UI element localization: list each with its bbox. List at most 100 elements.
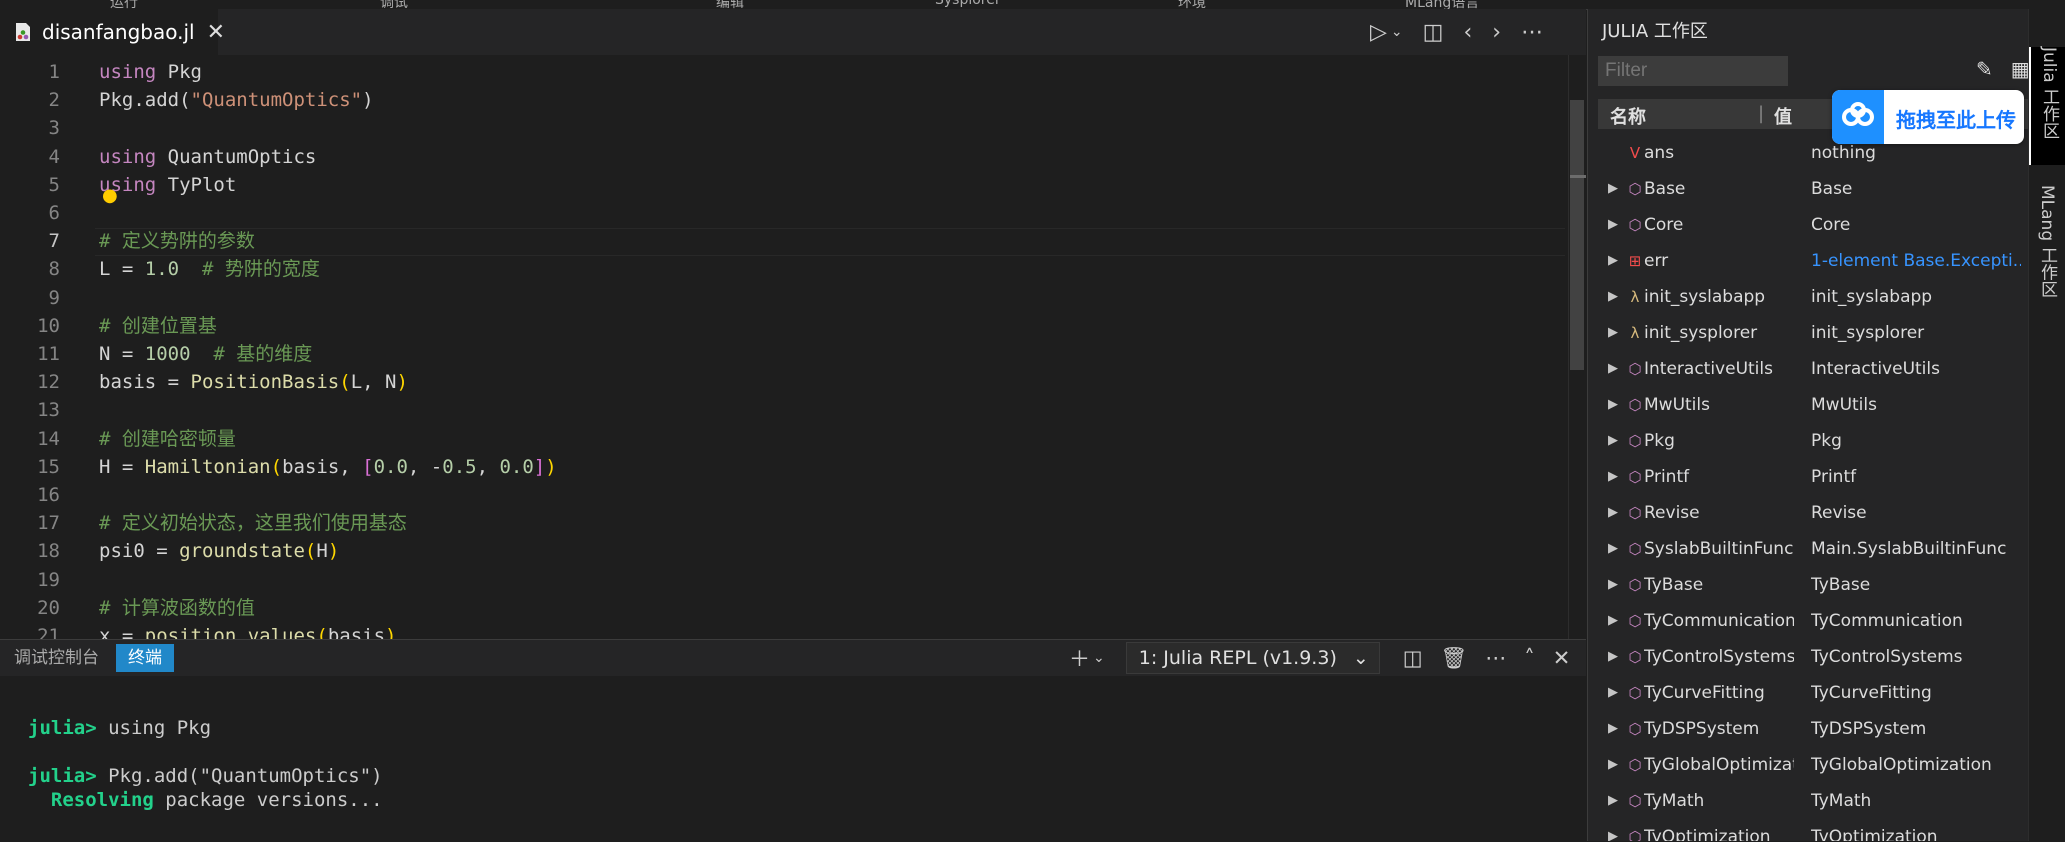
close-panel-icon[interactable]: ✕ <box>1553 646 1571 670</box>
workspace-row[interactable]: ▶ ⬡ TyCurveFitting TyCurveFitting <box>1598 675 2028 711</box>
chevron-right-icon[interactable]: ▶ <box>1608 423 1618 459</box>
tab-debug-console[interactable]: 调试控制台 <box>2 644 111 672</box>
code-line[interactable]: 19 <box>0 566 1570 594</box>
editor-tab[interactable]: disanfangbao.jl ✕ <box>0 9 225 55</box>
chevron-right-icon[interactable]: ▶ <box>1608 819 1618 841</box>
clear-icon[interactable]: ✎ <box>1976 57 1993 81</box>
chevron-right-icon[interactable]: ▶ <box>1608 675 1618 711</box>
column-header-value[interactable]: 值 <box>1774 103 1792 129</box>
chevron-right-icon[interactable]: ▶ <box>1608 279 1618 315</box>
code-text: x = position_values(basis) <box>99 622 396 639</box>
lightbulb-icon[interactable]: ● <box>102 185 118 206</box>
workspace-row[interactable]: ▶ ⬡ TyOptimization TyOptimization <box>1598 819 2028 841</box>
code-line[interactable]: 16 <box>0 481 1570 509</box>
activity-julia-workspace[interactable]: Julia 工作区 <box>2029 47 2065 165</box>
code-line[interactable]: 12 basis = PositionBasis(L, N) <box>0 368 1570 396</box>
code-line[interactable]: 18 psi0 = groundstate(H) <box>0 537 1570 565</box>
split-editor-icon[interactable]: ◫ <box>1423 20 1444 45</box>
top-menu-item[interactable]: Sysplorer <box>935 0 1001 8</box>
code-line[interactable]: 10 # 创建位置基 <box>0 312 1570 340</box>
code-line[interactable]: 3 <box>0 114 1570 142</box>
chevron-right-icon[interactable]: ▶ <box>1608 603 1618 639</box>
code-line[interactable]: 5 using TyPlot <box>0 171 1570 199</box>
split-terminal-icon[interactable]: ◫ <box>1403 646 1423 670</box>
workspace-row[interactable]: ▶ λ init_syslabapp init_syslabapp <box>1598 279 2028 315</box>
workspace-var-value: Printf <box>1811 467 1857 487</box>
workspace-var-name: Pkg <box>1644 431 1675 451</box>
workspace-row[interactable]: ▶ ⬡ Pkg Pkg <box>1598 423 2028 459</box>
code-line[interactable]: 4 using QuantumOptics <box>0 143 1570 171</box>
code-token: 1000 <box>144 343 191 365</box>
activity-mlang-workspace[interactable]: MLang 工作区 <box>2029 185 2065 345</box>
code-line[interactable]: 8 L = 1.0 # 势阱的宽度 <box>0 255 1570 283</box>
code-editor[interactable]: 1 using Pkg 2 Pkg.add("QuantumOptics") 3 4 usi… <box>0 55 1586 639</box>
chevron-down-icon[interactable]: ⌄ <box>1093 650 1105 666</box>
terminal-select[interactable]: 1: Julia REPL (v1.9.3) ⌄ <box>1125 642 1380 674</box>
code-line[interactable]: 14 # 创建哈密顿量 <box>0 425 1570 453</box>
run-icon[interactable]: ▷ <box>1370 20 1387 45</box>
chevron-down-icon[interactable]: ⌄ <box>1391 24 1403 40</box>
chevron-right-icon[interactable]: ▶ <box>1608 171 1618 207</box>
workspace-row[interactable]: ▶ ⬡ TyCommunication TyCommunication <box>1598 603 2028 639</box>
workspace-row[interactable]: ▶ λ init_sysplorer init_sysplorer <box>1598 315 2028 351</box>
chevron-right-icon[interactable]: ▶ <box>1608 531 1618 567</box>
trash-icon[interactable]: 🗑 <box>1441 646 1468 671</box>
workspace-row[interactable]: ▶ ⬡ Revise Revise <box>1598 495 2028 531</box>
workspace-row[interactable]: ▶ ⬡ TyBase TyBase <box>1598 567 2028 603</box>
line-number: 11 <box>37 343 60 365</box>
chevron-right-icon[interactable]: ▶ <box>1608 351 1618 387</box>
chevron-right-icon[interactable]: ▶ <box>1608 567 1618 603</box>
workspace-row[interactable]: ▶ ⬡ MwUtils MwUtils <box>1598 387 2028 423</box>
close-icon[interactable]: ✕ <box>207 20 225 45</box>
chevron-right-icon[interactable]: ▶ <box>1608 495 1618 531</box>
more-icon[interactable]: ⋯ <box>1485 646 1506 670</box>
workspace-filter-input[interactable] <box>1598 56 1788 86</box>
code-line[interactable]: 13 <box>0 396 1570 424</box>
workspace-row[interactable]: ▶ ⬡ TyMath TyMath <box>1598 783 2028 819</box>
arrow-left-icon[interactable]: ‹ <box>1463 20 1472 45</box>
code-text: using QuantumOptics <box>99 143 316 171</box>
chevron-right-icon[interactable]: ▶ <box>1608 639 1618 675</box>
workspace-row[interactable]: ▶ ⬡ Base Base <box>1598 171 2028 207</box>
grid-icon[interactable]: ▦ <box>2011 57 2028 81</box>
more-icon[interactable]: ⋯ <box>1521 20 1543 45</box>
code-line[interactable]: 11 N = 1000 # 基的维度 <box>0 340 1570 368</box>
code-line[interactable]: 17 # 定义初始状态，这里我们使用基态 <box>0 509 1570 537</box>
arrow-right-icon[interactable]: › <box>1492 20 1501 45</box>
workspace-row[interactable]: ▶ ⬡ InteractiveUtils InteractiveUtils <box>1598 351 2028 387</box>
workspace-row[interactable]: ▶ ⬡ Printf Printf <box>1598 459 2028 495</box>
code-line[interactable]: 9 <box>0 284 1570 312</box>
chevron-right-icon[interactable]: ▶ <box>1608 387 1618 423</box>
upload-drop-widget[interactable]: 拖拽至此上传 <box>1832 90 2024 144</box>
code-line[interactable]: 7 # 定义势阱的参数 <box>0 227 1570 255</box>
line-number: 12 <box>37 371 60 394</box>
code-line[interactable]: 1 using Pkg <box>0 58 1570 86</box>
terminal-output[interactable]: julia> using Pkg julia> Pkg.add("QuantumO… <box>28 692 383 812</box>
chevron-right-icon[interactable]: ▶ <box>1608 459 1618 495</box>
chevron-right-icon[interactable]: ▶ <box>1608 747 1618 783</box>
chevron-right-icon[interactable]: ▶ <box>1608 207 1618 243</box>
column-header-name[interactable]: 名称 <box>1610 103 1646 129</box>
maximize-icon[interactable]: ˄ <box>1524 646 1535 670</box>
code-line[interactable]: 21 x = position_values(basis) <box>0 622 1570 639</box>
scrollbar-marker <box>1570 175 1586 178</box>
code-line[interactable]: 6 <box>0 199 1570 227</box>
workspace-row[interactable]: ▶ ⬡ TyControlSystems TyControlSystems <box>1598 639 2028 675</box>
editor-scrollbar-thumb[interactable] <box>1570 100 1584 370</box>
tab-terminal[interactable]: 终端 <box>116 644 174 672</box>
workspace-row[interactable]: ▶ ⬡ TyGlobalOptimizat TyGlobalOptimization <box>1598 747 2028 783</box>
module-icon: ⬡ <box>1628 720 1642 738</box>
chevron-right-icon[interactable]: ▶ <box>1608 783 1618 819</box>
workspace-row[interactable]: ▶ ⊞ err 1-element Base.Excepti... <box>1598 243 2028 279</box>
code-token: basis = <box>99 371 191 394</box>
code-line[interactable]: 2 Pkg.add("QuantumOptics") <box>0 86 1570 114</box>
chevron-right-icon[interactable]: ▶ <box>1608 315 1618 351</box>
code-line[interactable]: 20 # 计算波函数的值 <box>0 594 1570 622</box>
chevron-right-icon[interactable]: ▶ <box>1608 711 1618 747</box>
chevron-right-icon[interactable]: ▶ <box>1608 243 1618 279</box>
plus-icon[interactable]: ＋ <box>1069 643 1090 673</box>
workspace-row[interactable]: ▶ ⬡ SyslabBuiltinFunc Main.SyslabBuiltinFun… <box>1598 531 2028 567</box>
code-line[interactable]: 15 H = Hamiltonian(basis, [0.0, -0.5, 0.0… <box>0 453 1570 481</box>
workspace-row[interactable]: ▶ ⬡ TyDSPSystem TyDSPSystem <box>1598 711 2028 747</box>
workspace-row[interactable]: ▶ ⬡ Core Core <box>1598 207 2028 243</box>
